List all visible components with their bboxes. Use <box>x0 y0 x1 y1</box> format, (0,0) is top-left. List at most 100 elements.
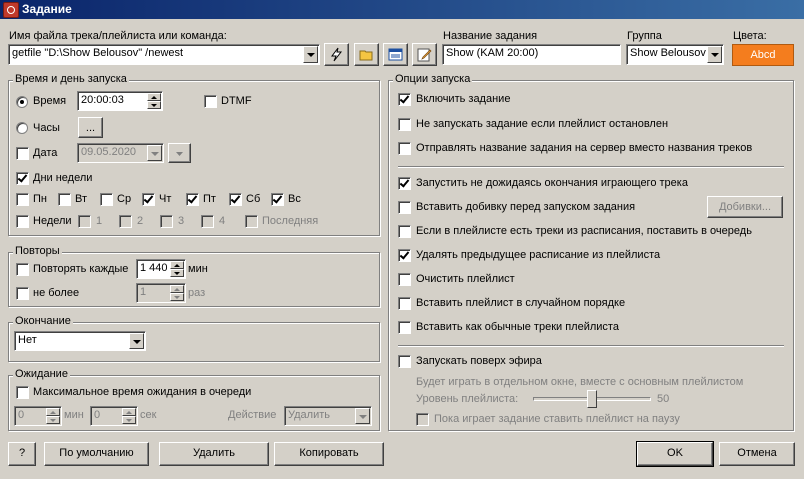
day-checkbox-wed[interactable] <box>100 193 113 206</box>
delete-button[interactable]: Удалить <box>159 442 269 466</box>
time-field[interactable]: 20:00:03 <box>77 91 163 111</box>
ending-dropdown-arrow[interactable] <box>129 333 144 349</box>
on-air-checkbox[interactable] <box>398 355 411 368</box>
hours-radio-label: Часы <box>33 122 60 134</box>
week-checkbox-4[interactable] <box>201 215 214 228</box>
insert-as-tracks-checkbox[interactable] <box>398 321 411 334</box>
remove-previous-checkbox[interactable] <box>398 249 411 262</box>
task-dialog: Задание Имя файла трека/плейлиста или ко… <box>0 0 804 479</box>
file-dropdown-arrow[interactable] <box>303 46 318 63</box>
repeat-max-checkbox[interactable] <box>16 287 29 300</box>
open-file-button[interactable] <box>354 43 379 66</box>
calendar-button[interactable] <box>168 143 191 163</box>
waiting-group-title: Ожидание <box>13 368 70 380</box>
clear-playlist-checkbox[interactable] <box>398 273 411 286</box>
date-dropdown-arrow[interactable] <box>147 145 162 161</box>
start-immediately-checkbox[interactable] <box>398 177 411 190</box>
file-input[interactable]: getfile "D:\Show Belousov" /newest <box>12 47 183 59</box>
help-button[interactable]: ? <box>8 442 36 466</box>
day-checkbox-sat[interactable] <box>229 193 242 206</box>
options-group-title: Опции запуска <box>393 73 473 85</box>
enable-task-checkbox[interactable] <box>398 93 411 106</box>
app-icon <box>3 2 19 18</box>
ok-button[interactable]: OK <box>636 441 714 467</box>
defaults-button[interactable]: По умолчанию <box>44 442 149 466</box>
copy-button[interactable]: Копировать <box>274 442 384 466</box>
skip-if-stopped-label: Не запускать задание если плейлист остан… <box>416 118 669 130</box>
chevron-down-icon <box>176 152 183 156</box>
insert-filler-checkbox[interactable] <box>398 201 411 214</box>
shuffle-insert-checkbox[interactable] <box>398 297 411 310</box>
color-button[interactable]: Abcd <box>732 44 794 66</box>
pause-playlist-label: Пока играет задание ставить плейлист на … <box>434 413 680 425</box>
week-checkbox-3[interactable] <box>160 215 173 228</box>
day-checkbox-thu[interactable] <box>142 193 155 206</box>
action-select[interactable]: Удалить <box>284 406 372 426</box>
week-checkbox-1[interactable] <box>78 215 91 228</box>
level-value: 50 <box>657 393 670 405</box>
day-checkbox-fri[interactable] <box>186 193 199 206</box>
day-checkbox-sun[interactable] <box>271 193 284 206</box>
send-task-name-label: Отправлять название задания на сервер вм… <box>416 142 753 154</box>
wait-sec-value: 0 <box>94 409 101 421</box>
ending-value: Нет <box>18 334 37 346</box>
playlist-button[interactable] <box>383 43 408 66</box>
file-combobox[interactable]: getfile "D:\Show Belousov" /newest <box>8 44 320 65</box>
task-name-field[interactable]: Show (KAM 20:00) <box>442 44 621 65</box>
repeat-every-field[interactable]: 1 440 <box>136 259 186 279</box>
cancel-button[interactable]: Отмена <box>719 442 795 466</box>
week-label-4: 4 <box>219 215 226 227</box>
date-select[interactable]: 09.05.2020 <box>77 143 164 163</box>
send-task-name-checkbox[interactable] <box>398 142 411 155</box>
fillers-button[interactable]: Добивки... <box>707 196 783 218</box>
wait-sec-field[interactable]: 0 <box>90 406 138 426</box>
colors-label: Цвета: <box>733 30 767 42</box>
ending-select[interactable]: Нет <box>14 331 146 351</box>
weekdays-label: Дни недели <box>33 172 93 184</box>
repeat-max-unit: раз <box>188 287 206 299</box>
hours-button[interactable]: ... <box>78 117 103 138</box>
repeat-every-spinner[interactable] <box>170 261 184 277</box>
edit-button[interactable] <box>412 43 437 66</box>
action-dropdown-arrow[interactable] <box>355 408 370 424</box>
week-checkbox-2[interactable] <box>119 215 132 228</box>
day-label-sat: Сб <box>246 193 261 205</box>
level-slider-thumb[interactable] <box>587 390 597 408</box>
command-button[interactable] <box>324 43 349 66</box>
level-slider[interactable] <box>533 390 651 408</box>
time-spinner[interactable] <box>147 93 161 109</box>
lightning-icon <box>331 47 343 62</box>
max-wait-label: Максимальное время ожидания в очереди <box>33 386 252 398</box>
date-label: Дата <box>33 147 58 159</box>
repeat-max-spinner[interactable] <box>170 285 184 301</box>
enable-task-label: Включить задание <box>416 93 511 105</box>
pause-playlist-checkbox[interactable] <box>416 413 429 426</box>
fillers-button-label: Добивки... <box>718 201 772 213</box>
date-checkbox[interactable] <box>16 147 29 160</box>
week-label-3: 3 <box>178 215 185 227</box>
weeks-checkbox[interactable] <box>16 215 29 228</box>
dtmf-checkbox[interactable] <box>204 95 217 108</box>
repeat-every-checkbox[interactable] <box>16 263 29 276</box>
queue-if-scheduled-checkbox[interactable] <box>398 225 411 238</box>
remove-previous-label: Удалять предыдущее расписание из плейлис… <box>416 249 661 261</box>
window-title: Задание <box>22 2 72 16</box>
wait-min-spinner[interactable] <box>46 408 60 424</box>
wait-min-field[interactable]: 0 <box>14 406 62 426</box>
week-label-2: 2 <box>137 215 144 227</box>
week-checkbox-last[interactable] <box>245 215 258 228</box>
day-label-wed: Ср <box>117 193 132 205</box>
wait-sec-spinner[interactable] <box>122 408 136 424</box>
hours-radio[interactable] <box>16 122 28 134</box>
day-checkbox-mon[interactable] <box>16 193 29 206</box>
repeat-max-value: 1 <box>140 286 147 298</box>
skip-if-stopped-checkbox[interactable] <box>398 118 411 131</box>
time-radio[interactable] <box>16 96 28 108</box>
max-wait-checkbox[interactable] <box>16 386 29 399</box>
weekdays-checkbox[interactable] <box>16 172 29 185</box>
day-checkbox-tue[interactable] <box>58 193 71 206</box>
level-label: Уровень плейлиста: <box>416 393 519 405</box>
repeat-max-field[interactable]: 1 <box>136 283 186 303</box>
group-select[interactable]: Show Belousov <box>626 44 724 65</box>
group-dropdown-arrow[interactable] <box>707 46 722 63</box>
